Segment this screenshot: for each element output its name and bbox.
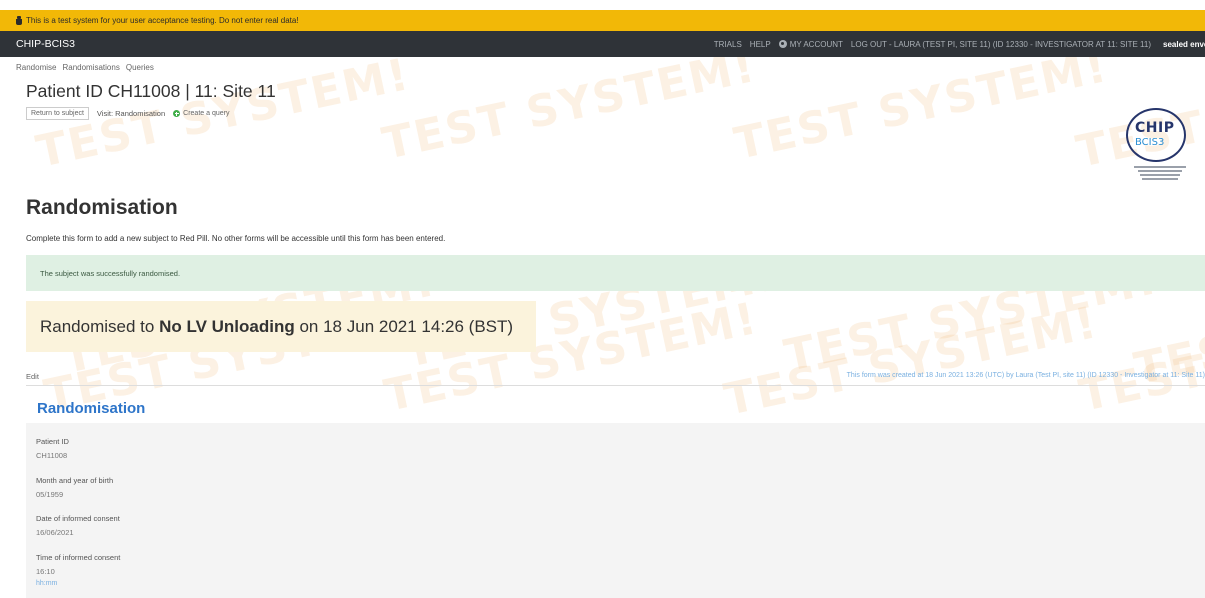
watermark: TEST SYSTEM! xyxy=(720,296,1103,426)
logo-tagline-line xyxy=(1134,166,1186,168)
plus-circle-icon xyxy=(173,110,181,117)
test-system-banner: This is a test system for your user acce… xyxy=(0,10,1205,31)
nav-help-link[interactable]: HELP xyxy=(750,40,771,49)
subnav-randomise[interactable]: Randomise xyxy=(16,63,56,72)
nav-trials-link[interactable]: TRIALS xyxy=(714,40,742,49)
page-title: Patient ID CH11008 | 11: Site 11 xyxy=(26,81,276,101)
return-to-subject-button[interactable]: Return to subject xyxy=(26,107,89,120)
user-icon xyxy=(778,40,787,48)
watermark: TEST SYSTEM! xyxy=(730,40,1113,170)
randomisation-result: Randomised to No LV Unloading on 18 Jun … xyxy=(26,301,536,352)
warning-icon xyxy=(16,16,22,25)
edit-link[interactable]: Edit xyxy=(26,372,39,381)
navbar-links: TRIALS HELP MY ACCOUNT LOG OUT - LAURA (… xyxy=(714,40,1205,49)
subnav-queries[interactable]: Queries xyxy=(126,63,154,72)
create-query-link[interactable]: Create a query xyxy=(173,110,229,117)
success-alert: The subject was successfully randomised. xyxy=(26,255,1205,291)
nav-my-account-link[interactable]: MY ACCOUNT xyxy=(778,39,843,49)
logo-tagline-line xyxy=(1138,170,1182,172)
top-navbar: CHIP-BCIS3 TRIALS HELP MY ACCOUNT LOG OU… xyxy=(0,31,1205,57)
trial-brand[interactable]: CHIP-BCIS3 xyxy=(0,38,160,50)
field-value: 16:10 xyxy=(36,567,55,576)
field-consent-time: Time of informed consent 16:10 hh:mm xyxy=(36,553,120,587)
field-value: CH11008 xyxy=(36,451,68,460)
form-heading: Randomisation xyxy=(37,400,146,417)
logo-tagline-line xyxy=(1140,174,1180,176)
field-label: Patient ID xyxy=(36,437,69,446)
logo-tagline-line xyxy=(1142,178,1178,180)
field-label: Time of informed consent xyxy=(36,553,121,562)
header-actions: Return to subject Visit: Randomisation C… xyxy=(26,107,276,120)
form-created-note: This form was created at 18 Jun 2021 13:… xyxy=(846,372,1205,379)
nav-logout-link[interactable]: LOG OUT - LAURA (TEST PI, SITE 11) (ID 1… xyxy=(851,40,1151,49)
form-panel: Patient ID CH11008 Month and year of bir… xyxy=(26,423,1205,598)
form-edit-row: Edit This form was created at 18 Jun 202… xyxy=(26,372,1205,386)
field-patient-id: Patient ID CH11008 xyxy=(36,437,69,460)
field-label: Month and year of birth xyxy=(36,476,114,485)
form-intro-text: Complete this form to add a new subject … xyxy=(26,234,446,243)
sealed-envelope-brand[interactable]: sealed envelo xyxy=(1163,40,1205,49)
create-query-label: Create a query xyxy=(183,110,230,117)
logo-chip-text: CHIP xyxy=(1135,120,1175,136)
logo-bcis-text: BCIS3 xyxy=(1135,137,1165,148)
field-label: Date of informed consent xyxy=(36,514,120,523)
visit-label: Visit: Randomisation xyxy=(96,109,166,118)
result-prefix: Randomised to xyxy=(40,316,160,336)
page-header: Patient ID CH11008 | 11: Site 11 Return … xyxy=(26,81,276,120)
field-format-hint: hh:mm xyxy=(36,580,58,587)
sub-navigation: Randomise Randomisations Queries xyxy=(16,63,154,72)
watermark: TEST SYSTEM! xyxy=(378,40,761,170)
result-suffix: on 18 Jun 2021 14:26 (BST) xyxy=(294,316,514,336)
section-title: Randomisation xyxy=(26,196,178,219)
randomisation-result-text: Randomised to No LV Unloading on 18 Jun … xyxy=(40,317,513,337)
success-alert-text: The subject was successfully randomised. xyxy=(40,268,181,278)
field-value: 05/1959 xyxy=(36,490,64,499)
field-value: 16/06/2021 xyxy=(36,528,74,537)
treatment-arm: No LV Unloading xyxy=(159,316,295,336)
subnav-randomisations[interactable]: Randomisations xyxy=(62,63,119,72)
watermark: TEST SYSTEM! xyxy=(1075,293,1205,422)
my-account-label: MY ACCOUNT xyxy=(789,39,843,49)
field-consent-date: Date of informed consent 16/06/2021 xyxy=(36,514,120,537)
field-birth-month-year: Month and year of birth 05/1959 xyxy=(36,476,113,499)
trial-logo: CHIP BCIS3 xyxy=(1122,106,1202,184)
test-system-message: This is a test system for your user acce… xyxy=(26,16,299,25)
